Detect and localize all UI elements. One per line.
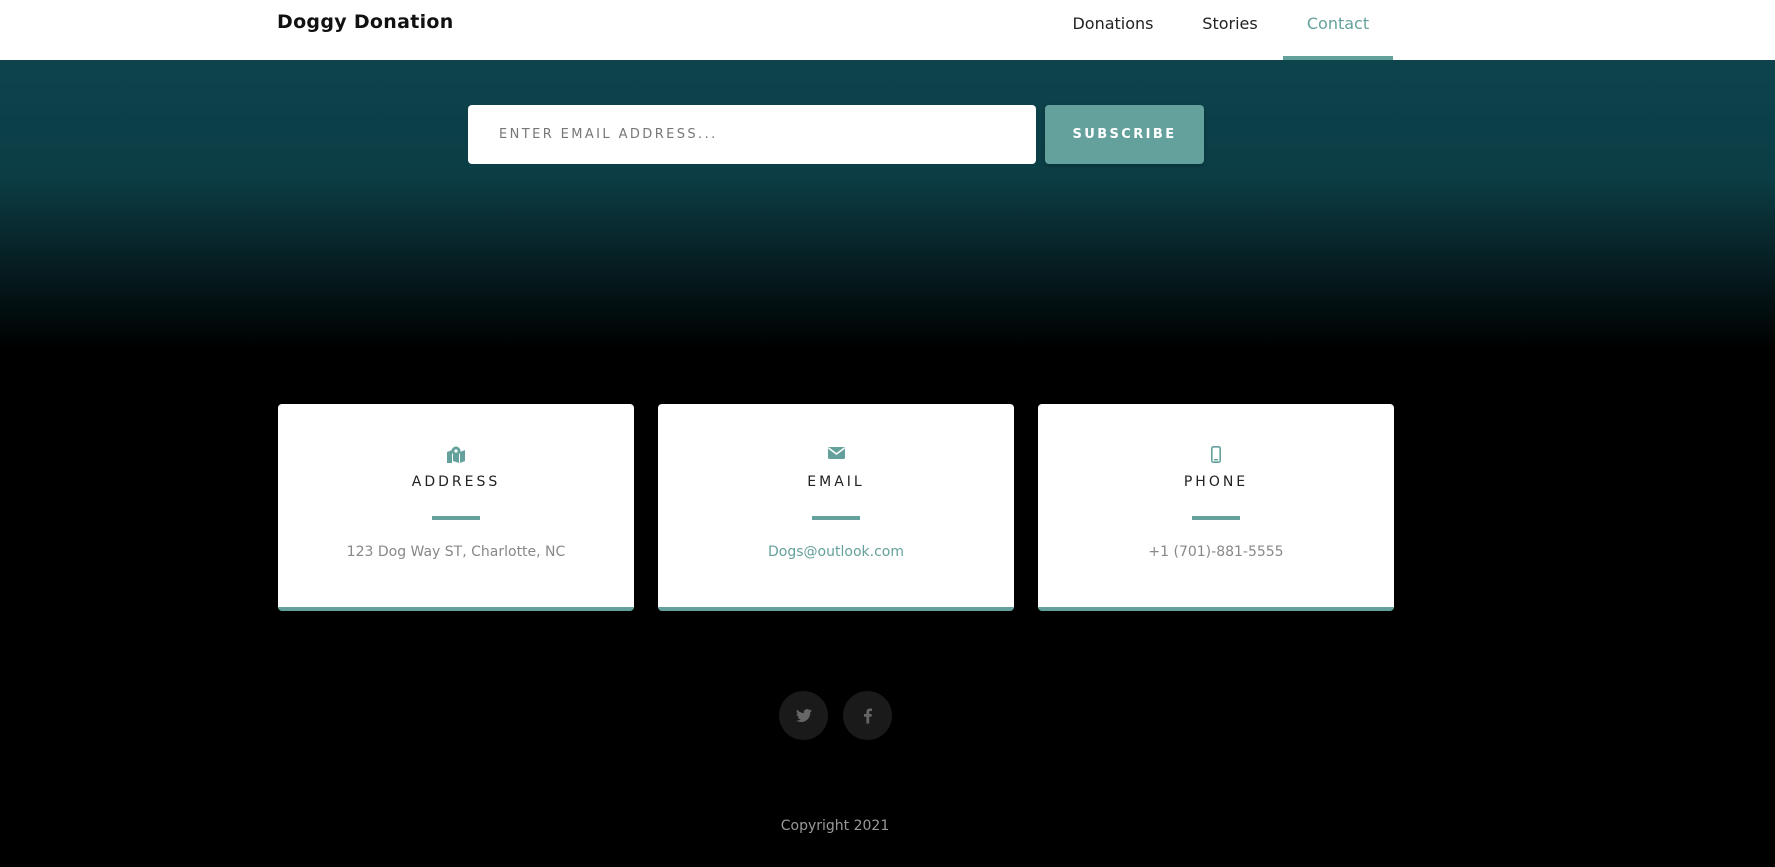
brand-logo-text[interactable]: Doggy Donation [277,11,454,33]
email-input[interactable] [468,105,1036,164]
facebook-icon [863,708,872,723]
twitter-button[interactable] [779,691,828,740]
map-marked-icon [278,446,634,466]
top-navbar: Doggy Donation Donations Stories Contact [0,0,1775,60]
facebook-button[interactable] [843,691,892,740]
phone-title: Phone [1183,474,1249,490]
phone-card: Phone +1 (701)-881-5555 [1038,404,1394,611]
nav-link-contact[interactable]: Contact [1283,0,1393,60]
subscribe-button[interactable]: Subscribe [1045,105,1204,164]
email-card: Email Dogs@outlook.com [658,404,1014,611]
signup-section [0,60,1775,350]
address-title: Address [411,474,501,490]
copyright-text: Copyright 2021 [780,818,890,834]
nav-link-stories[interactable]: Stories [1180,0,1280,60]
divider [432,516,480,520]
mobile-icon [1038,446,1394,466]
email-title: Email [807,474,865,490]
address-value: 123 Dog Way ST, Charlotte, NC [346,544,566,560]
phone-value: +1 (701)-881-5555 [1148,544,1284,560]
twitter-icon [795,708,812,722]
divider [1192,516,1240,520]
address-card: Address 123 Dog Way ST, Charlotte, NC [278,404,634,611]
envelope-icon [658,446,1014,466]
divider [812,516,860,520]
nav-link-donations[interactable]: Donations [1060,0,1166,60]
email-link[interactable]: Dogs@outlook.com [658,544,1014,560]
